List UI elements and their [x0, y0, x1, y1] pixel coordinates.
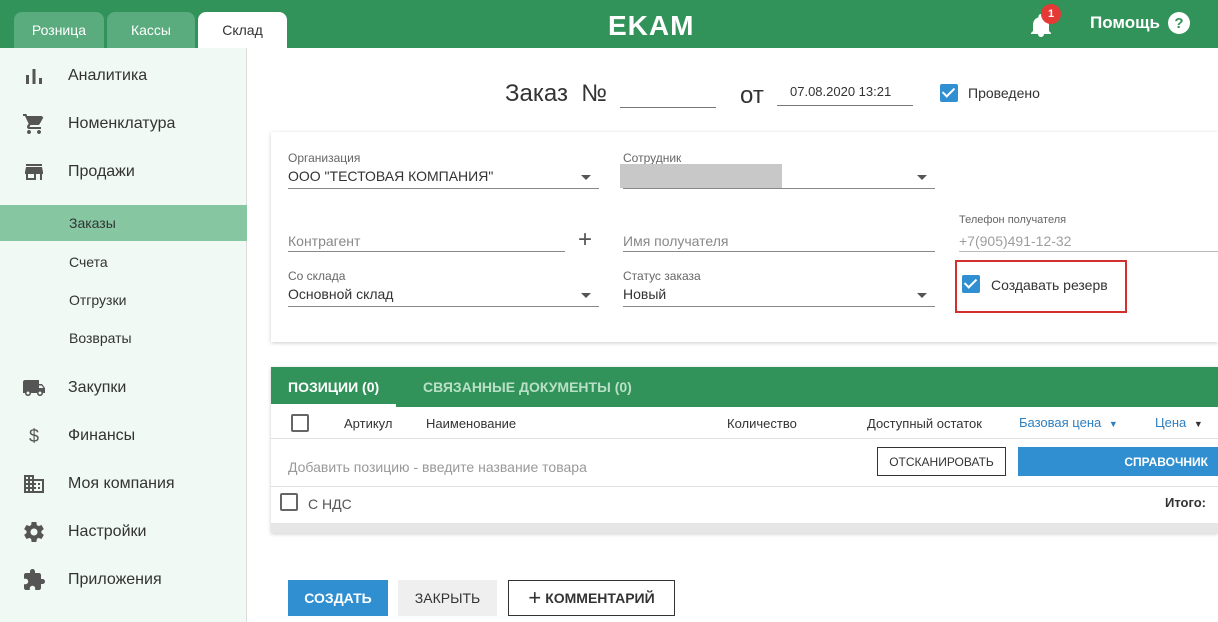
sidebar-item-apps[interactable]: Приложения	[0, 556, 247, 604]
sidebar-item-analytics[interactable]: Аналитика	[0, 52, 247, 100]
col-article: Артикул	[344, 416, 393, 431]
puzzle-icon	[24, 569, 45, 590]
phone-placeholder: +7(905)491-12-32	[959, 233, 1072, 249]
warehouse-value: Основной склад	[288, 286, 394, 302]
caret-down-icon: ▼	[1193, 419, 1203, 429]
chevron-down-icon	[917, 175, 927, 180]
add-counterparty-icon[interactable]: +	[578, 228, 592, 252]
dollar-icon: $	[28, 425, 39, 446]
sidebar-item-label: Закупки	[68, 379, 127, 396]
create-button[interactable]: СОЗДАТЬ	[288, 580, 388, 616]
status-value: Новый	[623, 286, 667, 302]
sidebar-item-sales[interactable]: Продажи	[0, 148, 247, 196]
counterparty-placeholder: Контрагент	[288, 233, 361, 249]
building-icon	[24, 475, 44, 493]
order-date-input[interactable]: 07.08.2020 13:21	[777, 80, 913, 106]
order-number-input[interactable]	[620, 82, 716, 108]
sidebar-item-nomenclature[interactable]: Номенклатура	[0, 100, 247, 148]
tab-positions[interactable]: ПОЗИЦИИ (0)	[270, 367, 397, 407]
chevron-down-icon	[917, 293, 927, 298]
plus-icon: +	[528, 585, 542, 610]
sidebar-item-label: Аналитика	[68, 67, 148, 84]
col-price[interactable]: Цена ▼	[1155, 415, 1203, 430]
ekam-logo[interactable]: EKAM	[608, 10, 694, 42]
sidebar: Аналитика Номенклатура Продажи Заказы Сч…	[0, 48, 247, 622]
sidebar-item-label: Моя компания	[68, 475, 175, 492]
select-all-checkbox[interactable]	[291, 414, 309, 432]
reserve-checkbox[interactable]	[962, 275, 980, 293]
vat-label: С НДС	[308, 496, 352, 512]
total-label: Итого:	[1165, 495, 1206, 510]
add-comment-label: КОММЕНТАРИЙ	[545, 590, 655, 606]
sidebar-item-label: Настройки	[68, 523, 147, 540]
sidebar-item-label: Приложения	[68, 571, 162, 588]
org-value: ООО "ТЕСТОВАЯ КОМПАНИЯ"	[288, 168, 494, 184]
add-position-input[interactable]: Добавить позицию - введите название това…	[288, 459, 587, 475]
caret-down-icon: ▼	[1108, 419, 1118, 429]
redacted-employee-value	[620, 164, 782, 188]
close-button[interactable]: ЗАКРЫТЬ	[398, 580, 497, 616]
sidebar-item-purchases[interactable]: Закупки	[0, 364, 247, 412]
recipient-name-placeholder: Имя получателя	[623, 233, 729, 249]
cart-icon	[23, 114, 44, 134]
order-title: Заказ №	[505, 80, 608, 107]
sidebar-subitem-invoices[interactable]: Счета	[0, 244, 247, 280]
sidebar-item-settings[interactable]: Настройки	[0, 508, 247, 556]
sidebar-subitem-label: Счета	[69, 254, 108, 270]
sidebar-subitem-returns[interactable]: Возвраты	[0, 320, 247, 356]
vat-checkbox[interactable]	[280, 493, 298, 511]
sidebar-subitem-label: Отгрузки	[69, 292, 127, 308]
col-base-price[interactable]: Базовая цена ▼	[1019, 415, 1118, 430]
tab-related-documents[interactable]: СВЯЗАННЫЕ ДОКУМЕНТЫ (0)	[423, 367, 632, 407]
top-bar: Розница Кассы Склад EKAM 1 Помощь ?	[0, 0, 1218, 48]
order-from-label: от	[740, 82, 764, 109]
positions-panel: ПОЗИЦИИ (0) СВЯЗАННЫЕ ДОКУМЕНТЫ (0) Арти…	[270, 367, 1218, 533]
sidebar-item-my-company[interactable]: Моя компания	[0, 460, 247, 508]
tab-warehouse[interactable]: Склад	[198, 12, 287, 48]
truck-icon	[23, 380, 45, 396]
sidebar-item-label: Номенклатура	[68, 115, 176, 132]
tab-retail[interactable]: Розница	[14, 12, 104, 48]
col-price-label: Цена	[1155, 415, 1187, 430]
sidebar-item-finances[interactable]: $ Финансы	[0, 412, 247, 460]
scrollbar-track[interactable]	[271, 523, 1218, 533]
col-name: Наименование	[426, 416, 517, 431]
scan-button[interactable]: ОТСКАНИРОВАТЬ	[877, 447, 1006, 476]
sidebar-subitem-shipments[interactable]: Отгрузки	[0, 282, 247, 318]
sidebar-subitem-orders[interactable]: Заказы	[0, 205, 247, 241]
col-available-stock: Доступный остаток	[867, 416, 982, 431]
store-icon	[25, 164, 43, 180]
catalog-button[interactable]: СПРАВОЧНИК	[1018, 447, 1218, 476]
chevron-down-icon	[581, 175, 591, 180]
positions-tab-bar: ПОЗИЦИИ (0) СВЯЗАННЫЕ ДОКУМЕНТЫ (0)	[270, 367, 1218, 407]
sidebar-subitem-label: Заказы	[69, 215, 116, 231]
help-link[interactable]: Помощь ?	[1090, 12, 1190, 34]
sidebar-item-label: Продажи	[68, 163, 135, 180]
notification-badge: 1	[1041, 4, 1061, 24]
question-icon: ?	[1167, 12, 1190, 34]
chevron-down-icon	[581, 293, 591, 298]
divider	[271, 438, 1218, 439]
sidebar-item-label: Финансы	[68, 427, 136, 444]
sidebar-subitem-label: Возвраты	[69, 330, 132, 346]
posted-label: Проведено	[968, 85, 1040, 101]
col-quantity: Количество	[727, 416, 797, 431]
status-select[interactable]	[623, 281, 935, 307]
reserve-label: Создавать резерв	[991, 277, 1108, 293]
help-label: Помощь	[1090, 13, 1160, 32]
bar-chart-icon	[26, 69, 42, 84]
col-base-price-label: Базовая цена	[1019, 415, 1102, 430]
phone-label: Телефон получателя	[959, 214, 1067, 226]
divider	[271, 486, 1218, 487]
add-comment-button[interactable]: + КОММЕНТАРИЙ	[508, 580, 675, 616]
gear-icon	[24, 522, 44, 542]
tab-cash-registers[interactable]: Кассы	[107, 12, 195, 48]
posted-checkbox[interactable]	[940, 84, 958, 102]
